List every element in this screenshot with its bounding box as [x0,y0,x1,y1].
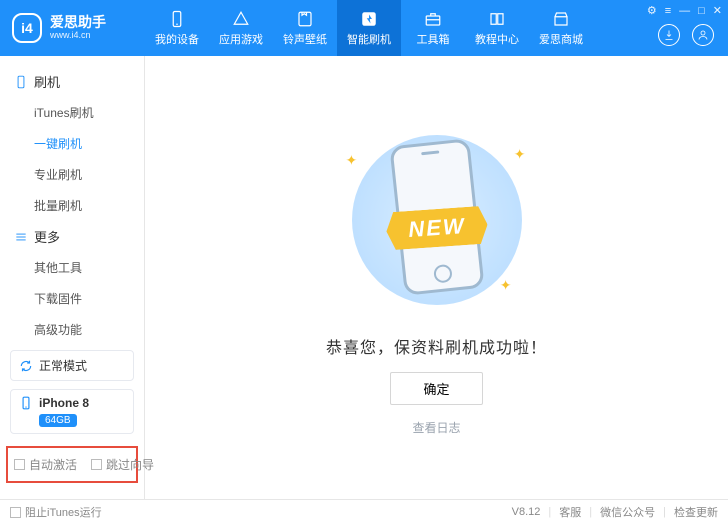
flash-option-checkbox[interactable]: 自动激活 [14,456,77,473]
mode-status[interactable]: 正常模式 [10,350,134,381]
phone-icon [168,10,186,28]
top-nav: 我的设备 应用游戏 铃声壁纸 智能刷机 工具箱 教程中心 爱思商城 [145,0,593,56]
success-message: 恭喜您，保资料刷机成功啦！ [326,334,547,358]
sidebar-item[interactable]: 专业刷机 [0,159,144,190]
header-right-icons [658,24,714,46]
brand-text: 爱思助手 www.i4.cn [50,15,106,40]
sparkle-icon: ✦ [514,146,526,163]
support-link[interactable]: 客服 [559,504,581,520]
book-icon [488,10,506,28]
sidebar-item[interactable]: 批量刷机 [0,190,144,221]
sidebar-item[interactable]: iTunes刷机 [0,97,144,128]
nav-item-1[interactable]: 应用游戏 [209,0,273,56]
sidebar-group-header[interactable]: 更多 [0,221,144,252]
sparkle-icon: ✦ [500,277,512,294]
toolbox-icon [424,10,442,28]
brand-subtitle: www.i4.cn [50,31,106,41]
nav-item-6[interactable]: 爱思商城 [529,0,593,56]
main-pane: ✦ ✦ ✦ NEW 恭喜您，保资料刷机成功啦！ 确定 查看日志 [145,56,728,499]
flash-options-box: 自动激活跳过向导 [6,446,138,483]
menu-icon[interactable]: ≡ [665,5,671,17]
nav-label: 工具箱 [417,31,450,47]
app-header: i4 爱思助手 www.i4.cn 我的设备 应用游戏 铃声壁纸 智能刷机 工具箱 教程中… [0,0,728,56]
body-row: 刷机 iTunes刷机一键刷机专业刷机批量刷机更多其他工具下载固件高级功能 正常模… [0,56,728,500]
window-controls: ⚙ ≡ — □ ✕ [647,4,722,17]
flash-option-checkbox[interactable]: 跳过向导 [91,456,154,473]
device-name: iPhone 8 [39,396,89,410]
flash-option-label: 自动激活 [29,456,77,473]
sidebar-item[interactable]: 其他工具 [0,252,144,283]
nav-label: 铃声壁纸 [283,31,327,47]
brand-logo: i4 [12,13,42,43]
device-card[interactable]: iPhone 8 64GB [10,389,134,434]
nav-label: 应用游戏 [219,31,263,47]
new-ribbon: NEW [385,205,489,250]
sidebar-group-title: 刷机 [34,72,60,91]
success-hero: ✦ ✦ ✦ NEW [322,120,552,320]
nav-label: 智能刷机 [347,31,391,47]
music-icon [296,10,314,28]
confirm-button[interactable]: 确定 [390,372,482,405]
update-link[interactable]: 检查更新 [674,504,718,520]
mode-status-label: 正常模式 [39,357,87,374]
brand-block: i4 爱思助手 www.i4.cn [0,13,145,43]
sidebar-item[interactable]: 一键刷机 [0,128,144,159]
nav-label: 爱思商城 [539,31,583,47]
nav-label: 教程中心 [475,31,519,47]
settings-icon[interactable]: ⚙ [647,4,657,17]
store-icon [552,10,570,28]
sidebar-item[interactable]: 下载固件 [0,283,144,314]
version-label: V8.12 [512,506,541,518]
device-storage-badge: 64GB [39,414,77,427]
nav-item-4[interactable]: 工具箱 [401,0,465,56]
user-button[interactable] [692,24,714,46]
view-log-link[interactable]: 查看日志 [412,419,460,436]
sidebar: 刷机 iTunes刷机一键刷机专业刷机批量刷机更多其他工具下载固件高级功能 正常模… [0,56,145,499]
block-itunes-checkbox[interactable]: 阻止iTunes运行 [10,504,102,520]
nav-label: 我的设备 [155,31,199,47]
sidebar-group-header[interactable]: 刷机 [0,66,144,97]
flash-option-label: 跳过向导 [106,456,154,473]
download-button[interactable] [658,24,680,46]
apps-icon [232,10,250,28]
brand-title: 爱思助手 [50,15,106,30]
sidebar-group-title: 更多 [34,227,60,246]
block-itunes-label: 阻止iTunes运行 [25,504,102,520]
close-button[interactable]: ✕ [713,4,722,17]
sparkle-icon: ✦ [346,152,358,169]
wechat-link[interactable]: 微信公众号 [600,504,655,520]
nav-item-2[interactable]: 铃声壁纸 [273,0,337,56]
flash-icon [360,10,378,28]
nav-item-0[interactable]: 我的设备 [145,0,209,56]
nav-item-3[interactable]: 智能刷机 [337,0,401,56]
maximize-button[interactable]: □ [698,5,705,17]
minimize-button[interactable]: — [679,5,690,17]
nav-item-5[interactable]: 教程中心 [465,0,529,56]
status-bar: 阻止iTunes运行 V8.12 | 客服 | 微信公众号 | 检查更新 [0,500,728,524]
sidebar-item[interactable]: 高级功能 [0,314,144,345]
